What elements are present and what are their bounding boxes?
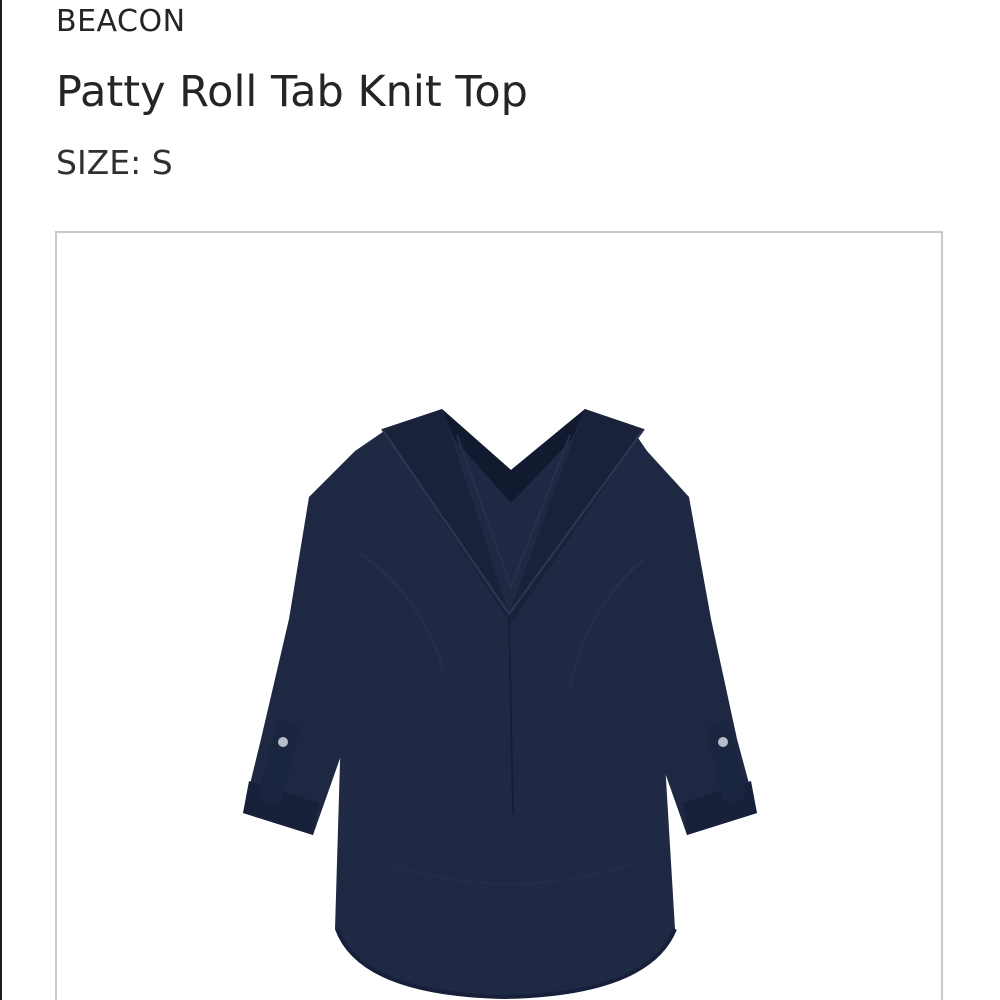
product-title: Patty Roll Tab Knit Top (56, 67, 528, 117)
left-edge-divider (0, 0, 2, 1000)
product-image-frame[interactable] (55, 231, 943, 1000)
product-detail-screen: BEACON Patty Roll Tab Knit Top SIZE: S (0, 0, 1000, 1000)
size-label: SIZE: S (56, 143, 173, 182)
product-image (243, 409, 757, 1000)
brand-name: BEACON (56, 4, 186, 39)
